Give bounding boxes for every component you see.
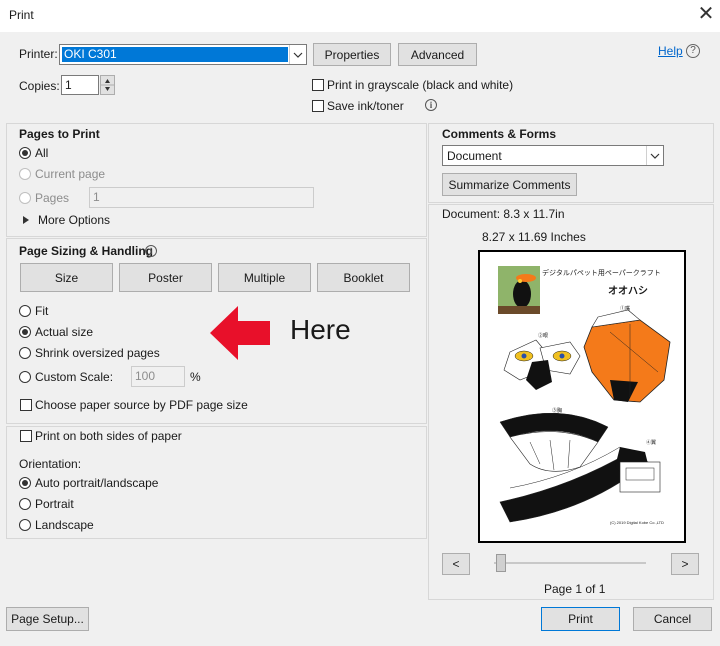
copies-label: Copies: bbox=[19, 79, 60, 93]
pages-range-radio[interactable] bbox=[19, 192, 31, 204]
annotation-arrow bbox=[210, 306, 272, 363]
multiple-button[interactable]: Multiple bbox=[218, 263, 311, 292]
paper-source-label: Choose paper source by PDF page size bbox=[35, 398, 248, 412]
expand-triangle-icon[interactable] bbox=[22, 214, 30, 228]
info-icon[interactable]: i bbox=[145, 245, 157, 257]
grayscale-label: Print in grayscale (black and white) bbox=[327, 78, 514, 92]
papercraft-illustration bbox=[499, 309, 671, 523]
cancel-button[interactable]: Cancel bbox=[633, 607, 712, 631]
page-footer-text: (C) 2019 Digital Kobe Co.,LTD bbox=[610, 520, 664, 525]
fit-radio[interactable] bbox=[19, 305, 31, 317]
copies-stepper[interactable] bbox=[100, 75, 115, 95]
page-sizing-header: Page Sizing & Handling bbox=[19, 244, 154, 258]
printer-label: Printer: bbox=[19, 47, 58, 61]
pages-range-label: Pages bbox=[35, 191, 70, 205]
landscape-label: Landscape bbox=[35, 518, 94, 532]
document-size-label: Document: 8.3 x 11.7in bbox=[442, 207, 565, 221]
auto-orientation-radio[interactable] bbox=[19, 477, 31, 489]
printer-select-value: OKI C301 bbox=[62, 47, 288, 62]
prev-page-button[interactable]: < bbox=[442, 553, 470, 575]
page-preview: デジタルパペット用ペーパークラフト オオハシ ①嘴 ②眼 ③胸 ④翼 (C) 2… bbox=[478, 250, 686, 543]
properties-button[interactable]: Properties bbox=[313, 43, 391, 66]
auto-orientation-label: Auto portrait/landscape bbox=[35, 476, 159, 490]
close-icon[interactable]: ✕ bbox=[696, 4, 716, 24]
landscape-radio[interactable] bbox=[19, 519, 31, 531]
title-bar bbox=[0, 0, 720, 32]
window-title: Print bbox=[9, 8, 34, 22]
next-page-button[interactable]: > bbox=[671, 553, 699, 575]
annotation-text: Here bbox=[290, 314, 351, 345]
more-options-label[interactable]: More Options bbox=[38, 213, 110, 227]
portrait-label: Portrait bbox=[35, 497, 74, 511]
paper-size-label: 8.27 x 11.69 Inches bbox=[482, 230, 586, 244]
copies-input[interactable]: 1 bbox=[61, 75, 99, 95]
poster-button[interactable]: Poster bbox=[119, 263, 212, 292]
portrait-radio[interactable] bbox=[19, 498, 31, 510]
comments-select-value: Document bbox=[447, 149, 502, 163]
orientation-label: Orientation: bbox=[19, 457, 82, 471]
comments-select[interactable]: Document bbox=[442, 145, 664, 166]
pages-range-input[interactable]: 1 bbox=[89, 187, 314, 208]
save-ink-label: Save ink/toner bbox=[327, 99, 404, 113]
actual-size-radio[interactable] bbox=[19, 326, 31, 338]
duplex-label: Print on both sides of paper bbox=[35, 429, 182, 443]
paper-source-checkbox[interactable] bbox=[20, 399, 32, 411]
duplex-checkbox[interactable] bbox=[20, 430, 32, 442]
page-slider-thumb[interactable] bbox=[496, 554, 506, 572]
page-indicator: Page 1 of 1 bbox=[544, 582, 606, 596]
current-page-radio[interactable] bbox=[19, 168, 31, 180]
current-page-label: Current page bbox=[35, 167, 106, 181]
help-icon[interactable]: ? bbox=[686, 44, 700, 58]
booklet-button[interactable]: Booklet bbox=[317, 263, 410, 292]
print-button[interactable]: Print bbox=[541, 607, 620, 631]
chevron-down-icon bbox=[289, 45, 306, 64]
pages-to-print-header: Pages to Print bbox=[19, 127, 100, 141]
shrink-radio[interactable] bbox=[19, 347, 31, 359]
shrink-label: Shrink oversized pages bbox=[35, 346, 160, 360]
comments-header: Comments & Forms bbox=[442, 127, 557, 141]
page-slider-track[interactable] bbox=[494, 562, 646, 564]
actual-size-label: Actual size bbox=[35, 325, 94, 339]
size-button[interactable]: Size bbox=[20, 263, 113, 292]
pages-all-label: All bbox=[35, 146, 49, 160]
chevron-down-icon bbox=[646, 146, 663, 165]
save-ink-checkbox[interactable] bbox=[312, 100, 324, 112]
custom-scale-radio[interactable] bbox=[19, 371, 31, 383]
info-icon[interactable]: i bbox=[425, 99, 437, 111]
custom-scale-label: Custom Scale: bbox=[35, 370, 114, 384]
pages-all-radio[interactable] bbox=[19, 147, 31, 159]
custom-scale-input[interactable]: 100 bbox=[131, 366, 185, 387]
page-setup-button[interactable]: Page Setup... bbox=[6, 607, 89, 631]
percent-label: % bbox=[190, 370, 201, 384]
fit-label: Fit bbox=[35, 304, 49, 318]
printer-select[interactable]: OKI C301 bbox=[59, 44, 307, 65]
summarize-comments-button[interactable]: Summarize Comments bbox=[442, 173, 577, 196]
advanced-button[interactable]: Advanced bbox=[398, 43, 477, 66]
help-link[interactable]: Help bbox=[658, 44, 683, 58]
grayscale-checkbox[interactable] bbox=[312, 79, 324, 91]
